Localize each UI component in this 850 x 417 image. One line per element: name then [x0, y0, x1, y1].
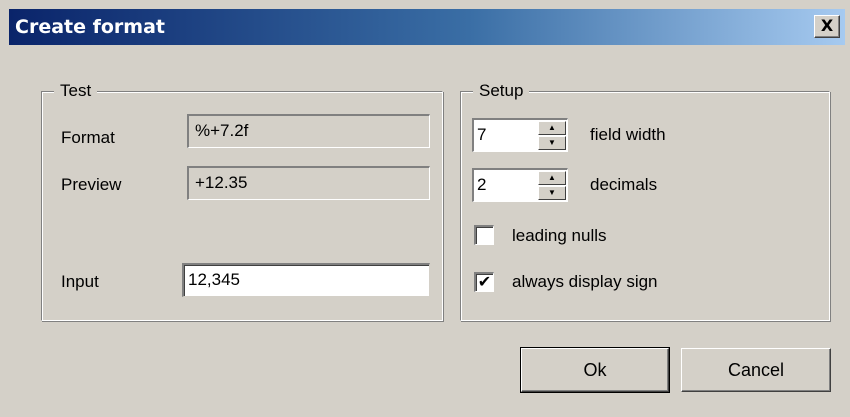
field-width-down-button[interactable]: ▼	[538, 136, 566, 150]
leading-nulls-checkbox[interactable]	[474, 225, 494, 245]
input-label: Input	[61, 272, 99, 291]
setup-group-legend: Setup	[473, 81, 530, 101]
preview-field: +12.35	[187, 166, 430, 200]
decimals-spin-buttons: ▲ ▼	[538, 171, 566, 200]
field-width-up-button[interactable]: ▲	[538, 121, 566, 135]
check-mark-icon: ✔	[477, 272, 492, 291]
title-bar[interactable]: Create format X	[9, 9, 845, 45]
window-title: Create format	[15, 16, 165, 38]
field-width-spinner[interactable]: 7 ▲ ▼	[472, 118, 568, 152]
test-group-legend: Test	[54, 81, 98, 101]
decimals-up-button[interactable]: ▲	[538, 171, 566, 185]
close-icon: X	[820, 16, 834, 35]
spin-down-icon: ▼	[548, 188, 556, 197]
spin-up-icon: ▲	[548, 123, 556, 132]
always-display-sign-label[interactable]: always display sign	[512, 272, 658, 292]
leading-nulls-label[interactable]: leading nulls	[512, 226, 607, 246]
field-width-spin-buttons: ▲ ▼	[538, 121, 566, 150]
input-field[interactable]: 12,345	[182, 263, 430, 297]
format-label: Format	[61, 128, 115, 147]
decimals-down-button[interactable]: ▼	[538, 186, 566, 200]
format-field: %+7.2f	[187, 114, 430, 148]
decimals-spinner[interactable]: 2 ▲ ▼	[472, 168, 568, 202]
cancel-button[interactable]: Cancel	[681, 348, 831, 392]
field-width-label: field width	[590, 125, 666, 144]
preview-label: Preview	[61, 175, 122, 194]
spin-up-icon: ▲	[548, 173, 556, 182]
decimals-value[interactable]: 2	[477, 170, 486, 200]
spin-down-icon: ▼	[548, 138, 556, 147]
decimals-label: decimals	[590, 175, 658, 194]
field-width-value[interactable]: 7	[477, 120, 486, 150]
ok-button[interactable]: Ok	[520, 347, 670, 393]
always-display-sign-checkbox[interactable]: ✔	[474, 272, 494, 292]
create-format-dialog: Create format X Test Format %+7.2f Previ…	[0, 0, 850, 417]
close-button[interactable]: X	[814, 15, 840, 38]
